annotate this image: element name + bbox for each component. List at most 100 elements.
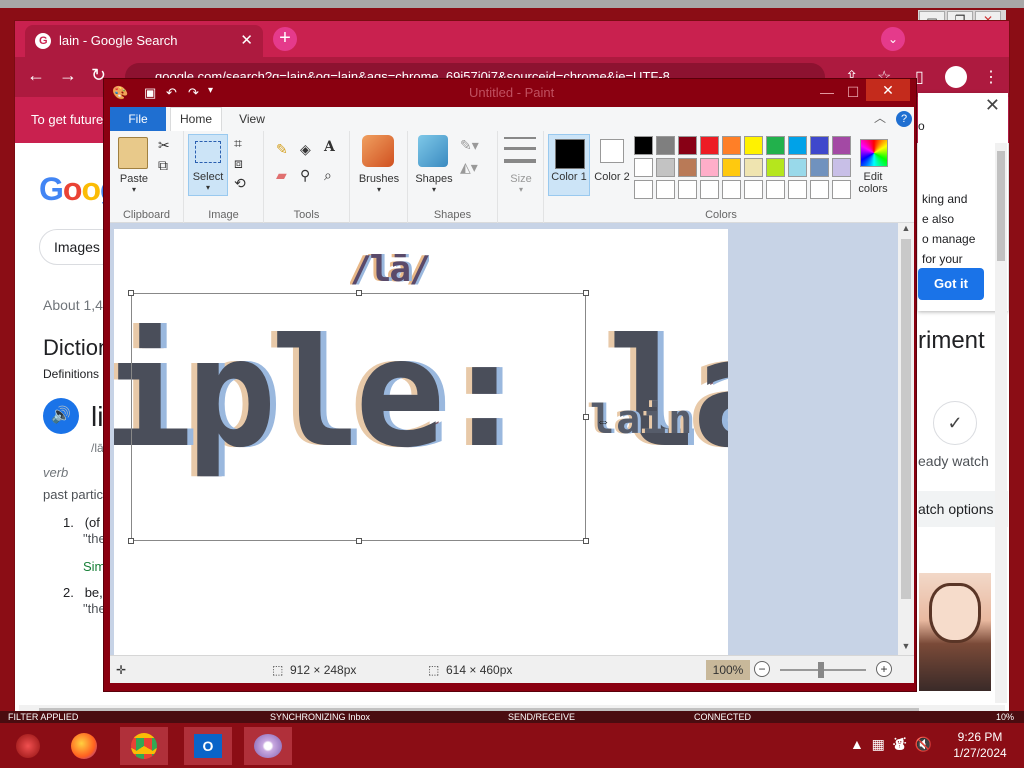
back-icon[interactable]: ← [27, 65, 45, 86]
selection-rectangle[interactable] [128, 290, 589, 544]
color2-swatch[interactable] [600, 139, 624, 163]
palette-swatch[interactable] [634, 180, 653, 199]
device-icon[interactable]: ⛇ [893, 736, 907, 752]
resize-handle[interactable] [583, 290, 589, 296]
palette-swatch[interactable] [832, 180, 851, 199]
firefox-icon[interactable] [60, 727, 108, 765]
palette-swatch[interactable] [744, 136, 763, 155]
resize-handle[interactable] [128, 538, 134, 544]
palette-swatch[interactable] [678, 136, 697, 155]
palette-swatch[interactable] [832, 136, 851, 155]
undo-icon[interactable]: ↶ [166, 85, 177, 101]
palette-swatch[interactable] [832, 158, 851, 177]
size-button[interactable]: Size [498, 173, 544, 185]
resize-handle[interactable] [583, 414, 589, 420]
fill-icon[interactable]: ◈ [300, 141, 311, 158]
palette-swatch[interactable] [766, 158, 785, 177]
palette-swatch[interactable] [656, 180, 675, 199]
palette-swatch[interactable] [766, 180, 785, 199]
paint-minimize-icon[interactable]: — [814, 81, 840, 103]
customize-toolbar-icon[interactable]: ▾ [208, 85, 213, 96]
paste-dropdown-icon[interactable]: ▾ [114, 185, 154, 194]
palette-swatch[interactable] [634, 158, 653, 177]
shapes-dropdown-icon[interactable]: ▾ [408, 185, 460, 194]
chrome-icon[interactable] [120, 727, 168, 765]
fill-shape-icon[interactable]: ◭▾ [460, 159, 478, 176]
rotate-icon[interactable]: ⟲ [234, 175, 246, 192]
got-it-button[interactable]: Got it [918, 268, 984, 300]
new-tab-button[interactable]: + [273, 27, 297, 51]
check-icon[interactable]: ✓ [933, 401, 977, 445]
copy-icon[interactable]: ⧉ [158, 157, 168, 174]
size-icon[interactable] [504, 137, 536, 163]
redo-icon[interactable]: ↷ [188, 85, 199, 101]
palette-swatch[interactable] [788, 180, 807, 199]
resize-icon[interactable]: ⧈ [234, 155, 243, 172]
palette-swatch[interactable] [700, 180, 719, 199]
color1-button[interactable]: Color 1 [548, 134, 590, 196]
zoom-slider-thumb[interactable] [818, 662, 824, 678]
palette-swatch[interactable] [678, 158, 697, 177]
palette-swatch[interactable] [810, 180, 829, 199]
tab-home[interactable]: Home [170, 107, 222, 131]
brushes-button[interactable]: Brushes [350, 173, 408, 185]
crop-icon[interactable]: ⌗ [234, 135, 242, 152]
palette-swatch[interactable] [788, 136, 807, 155]
cut-icon[interactable]: ✂ [158, 137, 170, 154]
paint-close-button[interactable]: ✕ [866, 79, 910, 101]
palette-swatch[interactable] [656, 136, 675, 155]
color-picker-icon[interactable]: ⚲ [300, 167, 310, 184]
palette-swatch[interactable] [744, 180, 763, 199]
edit-colors-button[interactable]: Edit colors [850, 171, 896, 195]
resize-handle[interactable] [128, 290, 134, 296]
shapes-icon[interactable] [418, 135, 448, 167]
tray-expand-icon[interactable]: ▲ [850, 736, 864, 752]
browser-tab[interactable]: G lain - Google Search ✕ [25, 25, 263, 57]
eraser-icon[interactable]: ▰ [276, 167, 287, 184]
volume-icon[interactable]: 🔇 [914, 736, 931, 752]
shapes-button[interactable]: Shapes [408, 173, 460, 185]
brushes-dropdown-icon[interactable]: ▾ [350, 185, 408, 194]
magnifier-icon[interactable]: ⌕ [324, 167, 332, 184]
paint-app-icon[interactable]: 🎨 [112, 85, 128, 101]
paste-button[interactable]: Paste [114, 173, 154, 185]
tab-file[interactable]: File [110, 107, 166, 131]
tab-view[interactable]: View [230, 107, 274, 131]
palette-swatch[interactable] [722, 136, 741, 155]
brushes-icon[interactable] [362, 135, 394, 167]
scroll-down-icon[interactable]: ▼ [898, 641, 914, 655]
forward-icon[interactable]: → [59, 65, 77, 86]
outlook-icon[interactable]: O [184, 727, 232, 765]
menu-icon[interactable]: ⋮ [983, 67, 999, 87]
network-icon[interactable]: ▦ [872, 736, 885, 752]
palette-swatch[interactable] [722, 158, 741, 177]
palette-swatch[interactable] [656, 158, 675, 177]
edit-colors-icon[interactable] [860, 139, 888, 167]
canvas-scrollbar[interactable]: ▲ ▼ [898, 223, 914, 655]
palette-swatch[interactable] [744, 158, 763, 177]
page-scrollbar[interactable] [995, 143, 1007, 703]
tab-search-icon[interactable]: ⌄ [881, 27, 905, 51]
popup-close-icon[interactable]: ✕ [985, 95, 1000, 116]
text-tool-icon[interactable]: A [324, 139, 335, 155]
palette-swatch[interactable] [634, 136, 653, 155]
paint-taskbar-icon[interactable] [244, 727, 292, 765]
palette-swatch[interactable] [810, 158, 829, 177]
pencil-icon[interactable]: ✎ [276, 141, 288, 158]
palette-swatch[interactable] [722, 180, 741, 199]
save-icon[interactable]: ▣ [144, 85, 156, 101]
collapse-ribbon-icon[interactable]: ︿ [874, 109, 886, 126]
scroll-up-icon[interactable]: ▲ [898, 223, 914, 237]
outline-icon[interactable]: ✎▾ [460, 137, 479, 154]
zoom-out-button[interactable]: − [754, 661, 770, 677]
paste-icon[interactable] [118, 137, 148, 169]
zoom-in-button[interactable]: + [876, 661, 892, 677]
speaker-icon[interactable]: 🔊 [43, 398, 79, 434]
resize-handle[interactable] [356, 538, 362, 544]
palette-swatch[interactable] [810, 136, 829, 155]
resize-handle[interactable] [356, 290, 362, 296]
help-icon[interactable]: ? [896, 111, 912, 127]
palette-swatch[interactable] [788, 158, 807, 177]
palette-swatch[interactable] [766, 136, 785, 155]
profile-avatar[interactable] [945, 66, 967, 88]
